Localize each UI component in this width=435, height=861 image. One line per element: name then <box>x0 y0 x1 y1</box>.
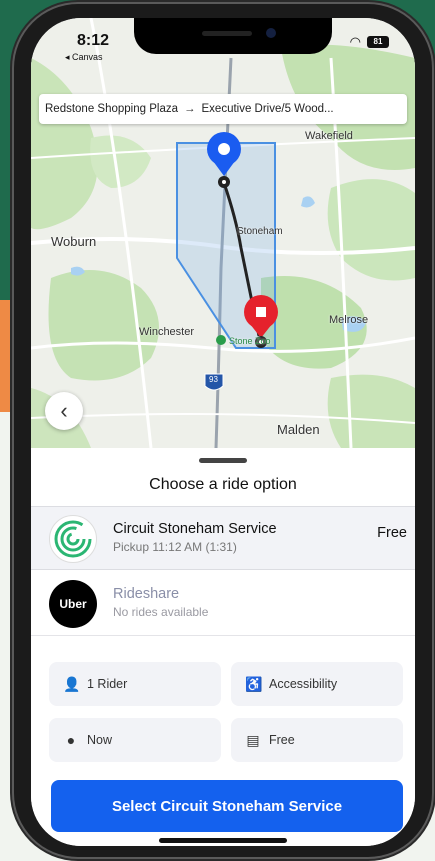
interstate-93-label: 93 <box>209 375 218 384</box>
ride-option-availability: No rides available <box>113 605 209 619</box>
map-label-stoneham: Stoneham <box>237 226 283 237</box>
chevron-left-icon: ‹ <box>60 398 68 423</box>
payment-chip[interactable]: ▤ Free <box>231 718 403 762</box>
riders-chip[interactable]: 👤 1 Rider <box>49 662 221 706</box>
person-icon: 👤 <box>63 675 81 692</box>
sheet-title: Choose a ride option <box>149 476 297 493</box>
ride-option-name: Circuit Stoneham Service <box>113 521 277 537</box>
home-indicator[interactable] <box>159 838 287 843</box>
clock-icon: ● <box>66 732 76 748</box>
phone-screen: Wakefield Woburn Stoneham Winchester Mel… <box>31 18 415 846</box>
accessibility-label: Accessibility <box>269 677 338 691</box>
wheelchair-icon: ♿ <box>245 675 263 692</box>
riders-label: 1 Rider <box>87 677 128 691</box>
select-service-button[interactable]: Select Circuit Stoneham Service <box>51 780 403 832</box>
map-label-malden: Malden <box>277 422 320 437</box>
battery-icon: 81 <box>367 36 389 48</box>
phone-frame: Wakefield Woburn Stoneham Winchester Mel… <box>14 4 432 857</box>
back-button[interactable]: ‹ <box>45 392 83 430</box>
map-view[interactable]: Wakefield Woburn Stoneham Winchester Mel… <box>31 18 415 448</box>
ride-option-circuit[interactable]: Circuit Stoneham Service Pickup 11:12 AM… <box>31 506 415 570</box>
map-label-zoo: Stone Zoo <box>229 336 271 346</box>
time-label: Now <box>87 733 113 747</box>
status-time: 8:12 <box>77 32 110 49</box>
route-summary-bar[interactable]: Redstone Shopping Plaza → Executive Driv… <box>39 94 407 124</box>
camera <box>266 28 276 38</box>
status-back-to-app[interactable]: ◂ Canvas <box>65 52 103 63</box>
map-label-winchester: Winchester <box>139 326 195 338</box>
ride-options-sheet: Choose a ride option Circuit Stoneham Se… <box>31 450 415 846</box>
uber-logo-icon: Uber <box>49 580 97 628</box>
map-label-wakefield: Wakefield <box>305 130 353 142</box>
ride-option-rideshare[interactable]: Uber Rideshare No rides available <box>31 572 415 636</box>
wifi-icon: ◠ <box>349 34 361 49</box>
time-chip[interactable]: ● Now <box>49 718 221 762</box>
circuit-logo-icon <box>49 515 97 563</box>
payment-icon: ▤ <box>246 731 260 748</box>
ride-option-price: Free <box>377 525 407 541</box>
map-graphic <box>31 18 415 448</box>
status-icons: ◠ 81 <box>350 34 389 50</box>
payment-label: Free <box>269 733 295 747</box>
route-from: Redstone Shopping Plaza <box>45 103 178 115</box>
notch <box>134 18 332 54</box>
map-label-melrose: Melrose <box>329 314 369 326</box>
accessibility-chip[interactable]: ♿ Accessibility <box>231 662 403 706</box>
map-label-woburn: Woburn <box>51 234 97 249</box>
route-to: Executive Drive/5 Wood... <box>201 103 334 115</box>
ride-option-name: Rideshare <box>113 586 180 602</box>
ride-option-pickup-time: Pickup 11:12 AM (1:31) <box>113 540 237 554</box>
route-arrow-icon: → <box>184 103 196 115</box>
speaker <box>202 31 252 36</box>
sheet-drag-handle[interactable] <box>199 458 247 463</box>
